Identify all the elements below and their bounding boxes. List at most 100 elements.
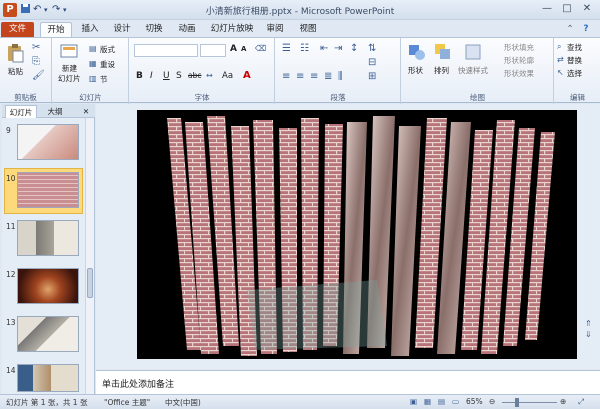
undo-dropdown-icon[interactable]: ▾ bbox=[44, 3, 48, 17]
layout-icon[interactable]: ▤ bbox=[89, 43, 97, 55]
section-label[interactable]: 节 bbox=[100, 74, 108, 85]
slide-thumbnail[interactable] bbox=[17, 220, 79, 256]
reset-label[interactable]: 重设 bbox=[100, 59, 115, 70]
replace-icon[interactable]: ⇄ bbox=[557, 54, 564, 66]
close-panel-icon[interactable]: ✕ bbox=[80, 105, 92, 118]
close-button[interactable]: ✕ bbox=[578, 2, 596, 16]
help-icon[interactable]: ? bbox=[580, 22, 592, 37]
paste-icon[interactable] bbox=[5, 43, 25, 63]
increase-indent-icon[interactable]: ⇥ bbox=[334, 43, 342, 55]
normal-view-icon[interactable]: ▣ bbox=[410, 397, 417, 406]
font-name-combo[interactable] bbox=[134, 44, 198, 57]
arrange-label[interactable]: 排列 bbox=[434, 65, 449, 76]
select-button[interactable]: 选择 bbox=[567, 68, 582, 79]
scrollbar-thumb[interactable] bbox=[87, 268, 93, 298]
undo-icon[interactable]: ↶ bbox=[33, 3, 41, 17]
zoom-slider-thumb[interactable] bbox=[515, 398, 519, 407]
paste-label[interactable]: 粘贴 bbox=[8, 66, 23, 77]
format-painter-icon[interactable]: 🖌 bbox=[32, 70, 45, 82]
replace-button[interactable]: 替换 bbox=[567, 55, 582, 66]
char-spacing-icon[interactable]: ↔ bbox=[206, 70, 213, 82]
arrange-icon[interactable] bbox=[434, 42, 452, 62]
prev-slide-icon[interactable]: ⇑ bbox=[585, 319, 592, 328]
font-color-button[interactable]: A bbox=[243, 70, 251, 81]
italic-button[interactable]: I bbox=[150, 71, 153, 81]
tab-design[interactable]: 设计 bbox=[110, 22, 134, 37]
font-size-combo[interactable] bbox=[200, 44, 226, 57]
theme-name[interactable]: "Office 主题" bbox=[104, 397, 150, 408]
strikethrough-button[interactable]: abc bbox=[188, 71, 201, 80]
text-direction-icon[interactable]: ⇅ bbox=[368, 43, 376, 55]
layout-label[interactable]: 版式 bbox=[100, 44, 115, 55]
tab-view[interactable]: 视图 bbox=[296, 22, 320, 37]
tab-outline[interactable]: 大纲 bbox=[42, 105, 68, 118]
columns-icon[interactable]: ⫼ bbox=[338, 71, 343, 83]
tab-home[interactable]: 开始 bbox=[40, 22, 72, 37]
underline-button[interactable]: U bbox=[163, 71, 170, 81]
slide-sorter-icon[interactable]: ▦ bbox=[424, 397, 431, 406]
zoom-in-icon[interactable]: ⊕ bbox=[560, 397, 566, 406]
quick-styles-label[interactable]: 快速样式 bbox=[458, 65, 488, 76]
panel-scrollbar[interactable] bbox=[85, 118, 94, 394]
tab-review[interactable]: 审阅 bbox=[263, 22, 287, 37]
maximize-button[interactable]: □ bbox=[558, 2, 576, 16]
save-icon[interactable] bbox=[20, 3, 31, 19]
align-center-icon[interactable]: ≡ bbox=[296, 71, 304, 83]
align-right-icon[interactable]: ≡ bbox=[310, 71, 318, 83]
slide-thumbnail[interactable] bbox=[17, 316, 79, 352]
new-slide-icon[interactable] bbox=[59, 43, 79, 61]
minimize-button[interactable]: — bbox=[538, 2, 556, 16]
align-text-icon[interactable]: ⊟ bbox=[368, 57, 376, 69]
minimize-ribbon-icon[interactable]: ⌃ bbox=[565, 22, 575, 37]
zoom-out-icon[interactable]: ⊖ bbox=[489, 397, 495, 406]
grow-font-icon[interactable]: A bbox=[230, 44, 237, 54]
slide-thumbnail[interactable] bbox=[17, 268, 79, 304]
shape-outline-button[interactable]: 形状轮廓 bbox=[504, 55, 534, 66]
copy-icon[interactable]: ⎘ bbox=[32, 56, 40, 68]
reading-view-icon[interactable]: ▤ bbox=[438, 397, 445, 406]
slide-thumbnail[interactable] bbox=[17, 172, 79, 208]
slide-thumbnail[interactable] bbox=[17, 364, 79, 392]
find-button[interactable]: 查找 bbox=[567, 42, 582, 53]
shrink-font-icon[interactable]: A bbox=[241, 45, 246, 53]
redo-icon[interactable]: ↷ bbox=[52, 3, 60, 17]
reset-icon[interactable]: ▦ bbox=[89, 58, 97, 70]
cut-icon[interactable]: ✂ bbox=[32, 42, 40, 54]
align-left-icon[interactable]: ≡ bbox=[282, 71, 290, 83]
next-slide-icon[interactable]: ⇓ bbox=[585, 330, 592, 339]
notes-pane[interactable]: 单击此处添加备注 bbox=[96, 370, 600, 394]
slideshow-icon[interactable]: ▭ bbox=[452, 397, 459, 406]
select-icon[interactable]: ↖ bbox=[557, 67, 564, 79]
tab-file[interactable]: 文件 bbox=[1, 22, 34, 37]
find-icon[interactable]: ⌕ bbox=[557, 41, 561, 53]
section-icon[interactable]: ▥ bbox=[89, 73, 97, 85]
tab-animations[interactable]: 动画 bbox=[175, 22, 199, 37]
clear-format-icon[interactable]: ⌫ bbox=[255, 43, 266, 55]
tab-insert[interactable]: 插入 bbox=[78, 22, 102, 37]
shape-fill-button[interactable]: 形状填充 bbox=[504, 42, 534, 53]
change-case-button[interactable]: Aa bbox=[222, 71, 233, 81]
new-slide-label-2[interactable]: 幻灯片 bbox=[58, 73, 81, 84]
quick-styles-icon[interactable] bbox=[464, 42, 482, 62]
zoom-level[interactable]: 65% bbox=[466, 397, 483, 406]
tab-slideshow[interactable]: 幻灯片放映 bbox=[208, 22, 256, 37]
customize-qat-icon[interactable]: ▾ bbox=[63, 3, 67, 17]
language[interactable]: 中文(中国) bbox=[165, 397, 201, 408]
notes-placeholder[interactable]: 单击此处添加备注 bbox=[102, 377, 174, 390]
current-slide[interactable] bbox=[137, 110, 577, 359]
line-spacing-icon[interactable]: ↕ bbox=[350, 43, 358, 55]
tab-slides[interactable]: 幻灯片 bbox=[5, 105, 37, 118]
tab-transitions[interactable]: 切换 bbox=[142, 22, 166, 37]
numbering-icon[interactable]: ☷ bbox=[300, 43, 309, 55]
fit-to-window-icon[interactable]: ⤢ bbox=[578, 397, 584, 407]
smartart-icon[interactable]: ⊞ bbox=[368, 71, 376, 83]
zoom-slider[interactable] bbox=[502, 402, 557, 403]
bold-button[interactable]: B bbox=[136, 71, 143, 81]
justify-icon[interactable]: ≣ bbox=[324, 71, 332, 83]
decrease-indent-icon[interactable]: ⇤ bbox=[320, 43, 328, 55]
shapes-icon[interactable] bbox=[408, 42, 426, 62]
bullets-icon[interactable]: ☰ bbox=[282, 43, 291, 55]
shadow-button[interactable]: S bbox=[176, 71, 182, 81]
shapes-label[interactable]: 形状 bbox=[408, 65, 423, 76]
slide-thumbnail[interactable] bbox=[17, 124, 79, 160]
